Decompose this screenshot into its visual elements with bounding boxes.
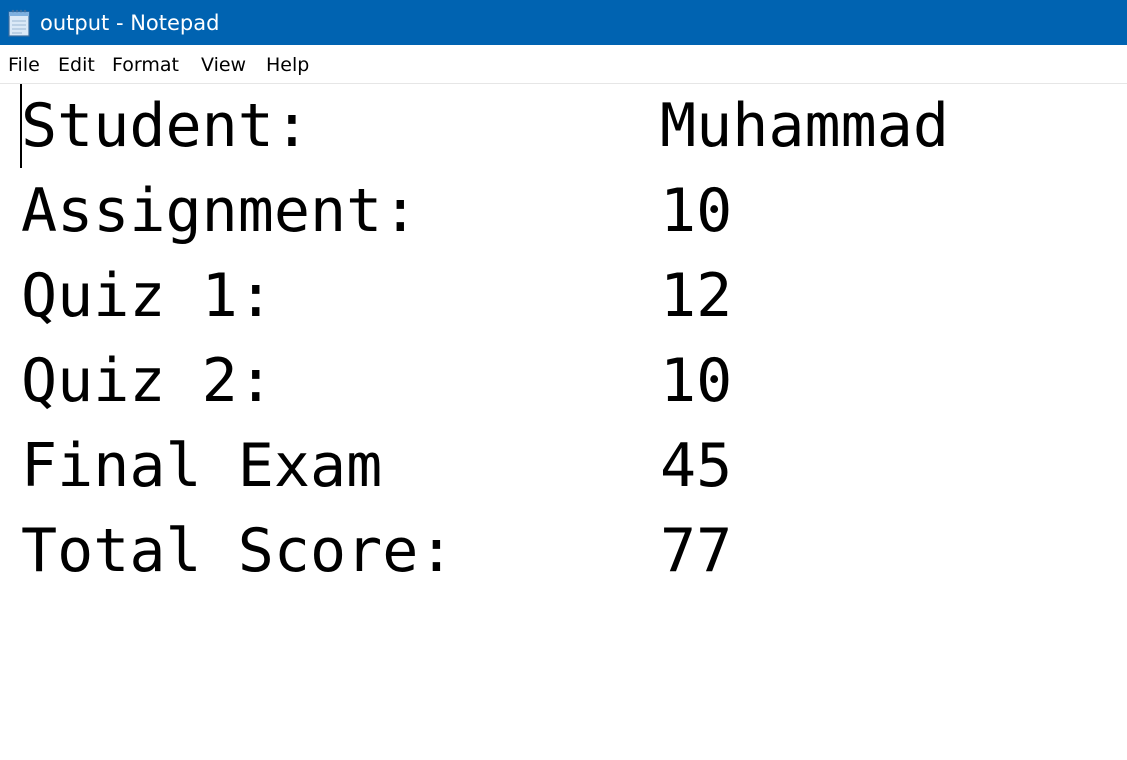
line-label: Final Exam [21, 431, 383, 501]
line-value: 77 [660, 516, 733, 586]
menu-view[interactable]: View [201, 53, 246, 77]
notepad-icon [8, 9, 30, 37]
menu-help[interactable]: Help [266, 53, 309, 77]
menu-format[interactable]: Format [112, 53, 179, 77]
document-line: Student: Muhammad [21, 84, 949, 169]
document-line: Final Exam 45 [21, 424, 732, 509]
window-title: output - Notepad [40, 11, 220, 35]
line-value: 12 [660, 261, 733, 331]
menu-edit[interactable]: Edit [58, 53, 95, 77]
line-label: Quiz 1: [21, 261, 274, 331]
text-editor-area[interactable]: Student: Muhammad Assignment: 10 Quiz 1:… [0, 84, 1127, 760]
document-line: Quiz 1: 12 [21, 254, 732, 339]
menu-file[interactable]: File [8, 53, 40, 77]
line-label: Assignment: [21, 176, 419, 246]
line-value: 45 [660, 431, 733, 501]
line-label: Total Score: [21, 516, 455, 586]
line-label: Student: [21, 91, 310, 161]
document-line: Assignment: 10 [21, 169, 732, 254]
line-label: Quiz 2: [21, 346, 274, 416]
line-value: Muhammad [660, 91, 949, 161]
line-value: 10 [660, 176, 733, 246]
line-value: 10 [660, 346, 733, 416]
notepad-window: output - Notepad File Edit Format View H… [0, 0, 1127, 760]
title-bar[interactable]: output - Notepad [0, 0, 1127, 45]
menu-bar: File Edit Format View Help [0, 45, 1127, 84]
document-line: Quiz 2: 10 [21, 339, 732, 424]
document-line: Total Score: 77 [21, 509, 732, 594]
